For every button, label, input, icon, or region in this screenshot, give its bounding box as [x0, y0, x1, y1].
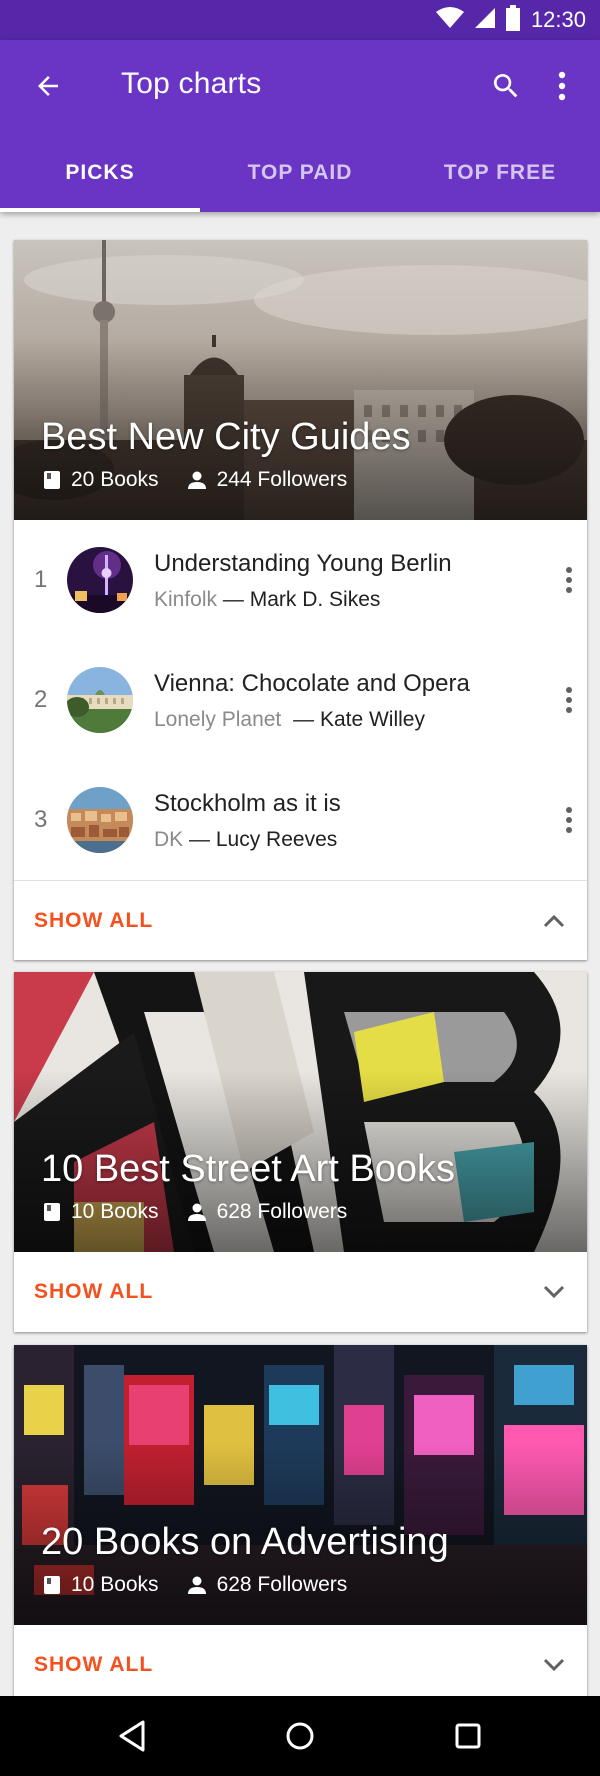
collection-hero[interactable]: 20 Books on Advertising 10 Books 628 Fol… [14, 1345, 587, 1625]
nav-back-icon [119, 1720, 145, 1752]
book-cover-thumbnail [67, 787, 133, 853]
battery-icon [505, 4, 521, 36]
back-button[interactable] [28, 66, 68, 106]
status-bar: 12:30 [0, 0, 600, 40]
item-title: Vienna: Chocolate and Opera [154, 670, 470, 697]
book-icon [44, 1203, 60, 1221]
book-cover-thumbnail [67, 667, 133, 733]
expand-button[interactable] [534, 1645, 574, 1685]
follower-count: 628 Followers [216, 1200, 348, 1223]
chevron-up-icon [543, 914, 565, 928]
list-item[interactable]: 1 Understanding Young Berlin Kinfolk — M… [14, 520, 587, 640]
chevron-down-icon [543, 1285, 565, 1299]
item-overflow-button[interactable] [557, 678, 581, 722]
show-all-row: SHOW ALL [14, 1252, 587, 1332]
show-all-row: SHOW ALL [14, 1625, 587, 1705]
book-count: 10 Books [71, 1573, 159, 1596]
show-all-button[interactable]: SHOW ALL [34, 1280, 153, 1304]
collection-title: Best New City Guides [41, 416, 411, 458]
item-publisher: Lonely Planet [154, 708, 282, 731]
expand-button[interactable] [534, 1272, 574, 1312]
tab-picks[interactable]: PICKS [0, 133, 200, 212]
item-publisher: Kinfolk [154, 588, 218, 611]
item-rank: 2 [34, 686, 48, 713]
item-rank: 3 [34, 806, 48, 833]
item-author: — Mark D. Sikes [222, 588, 381, 611]
book-count: 10 Books [71, 1200, 159, 1223]
item-subtitle: Lonely Planet — Kate Willey [154, 708, 425, 732]
collection-hero[interactable]: 10 Best Street Art Books 10 Books 628 Fo… [14, 972, 587, 1252]
more-vert-icon [566, 567, 572, 593]
item-author: — Kate Willey [293, 708, 425, 731]
collection-meta: 10 Books 628 Followers [43, 1200, 375, 1224]
nav-home-icon [286, 1722, 314, 1750]
system-nav-bar [0, 1696, 600, 1776]
search-icon [493, 74, 518, 98]
status-icons [435, 4, 521, 36]
more-vert-icon [566, 807, 572, 833]
item-overflow-button[interactable] [557, 558, 581, 602]
wifi-icon [435, 6, 465, 35]
list-item[interactable]: 3 Stockholm as it is DK — Lucy Reeves [14, 760, 587, 880]
page-title: Top charts [121, 67, 262, 100]
overflow-menu-button[interactable] [546, 66, 578, 106]
item-rank: 1 [34, 566, 48, 593]
collapse-button[interactable] [534, 901, 574, 941]
item-publisher: DK [154, 828, 184, 851]
show-all-button[interactable]: SHOW ALL [34, 909, 153, 933]
book-count: 20 Books [71, 468, 159, 491]
more-vert-icon [558, 71, 566, 101]
collection-title: 10 Best Street Art Books [41, 1148, 455, 1190]
collection-hero[interactable]: Best New City Guides 20 Books 244 Follow… [14, 240, 587, 520]
person-icon [187, 1203, 206, 1221]
toolbar: Top charts [0, 40, 600, 133]
tab-top-paid[interactable]: TOP PAID [200, 133, 400, 212]
collection-title: 20 Books on Advertising [41, 1521, 449, 1563]
nav-home-button[interactable] [276, 1712, 324, 1760]
collection-card: 20 Books on Advertising 10 Books 628 Fol… [14, 1345, 587, 1705]
collection-meta: 20 Books 244 Followers [43, 468, 375, 492]
search-button[interactable] [486, 66, 526, 106]
item-title: Understanding Young Berlin [154, 550, 452, 577]
chevron-down-icon [543, 1658, 565, 1672]
book-icon [44, 471, 60, 489]
item-subtitle: Kinfolk — Mark D. Sikes [154, 588, 380, 612]
app-bar: Top charts PICKS TOP PAID TOP FREE [0, 40, 600, 212]
tab-bar: PICKS TOP PAID TOP FREE [0, 133, 600, 212]
signal-icon [473, 6, 497, 35]
collection-meta: 10 Books 628 Followers [43, 1573, 375, 1597]
collection-card: Best New City Guides 20 Books 244 Follow… [14, 240, 587, 960]
item-subtitle: DK — Lucy Reeves [154, 828, 337, 852]
follower-count: 628 Followers [216, 1573, 348, 1596]
more-vert-icon [566, 687, 572, 713]
item-overflow-button[interactable] [557, 798, 581, 842]
item-author: — Lucy Reeves [189, 828, 338, 851]
back-arrow-icon [38, 76, 58, 96]
list-item[interactable]: 2 Vienna: Chocolate and Opera Lonely Pla… [14, 640, 587, 760]
show-all-row: SHOW ALL [14, 880, 587, 960]
show-all-button[interactable]: SHOW ALL [34, 1653, 153, 1677]
item-title: Stockholm as it is [154, 790, 341, 817]
status-time: 12:30 [530, 7, 586, 32]
nav-back-button[interactable] [108, 1712, 156, 1760]
collection-card: 10 Best Street Art Books 10 Books 628 Fo… [14, 972, 587, 1332]
person-icon [187, 471, 206, 489]
nav-recents-button[interactable] [444, 1712, 492, 1760]
nav-recents-icon [455, 1723, 481, 1749]
person-icon [187, 1576, 206, 1594]
follower-count: 244 Followers [216, 468, 348, 491]
book-icon [44, 1576, 60, 1594]
tab-top-free[interactable]: TOP FREE [400, 133, 600, 212]
book-cover-thumbnail [67, 547, 133, 613]
